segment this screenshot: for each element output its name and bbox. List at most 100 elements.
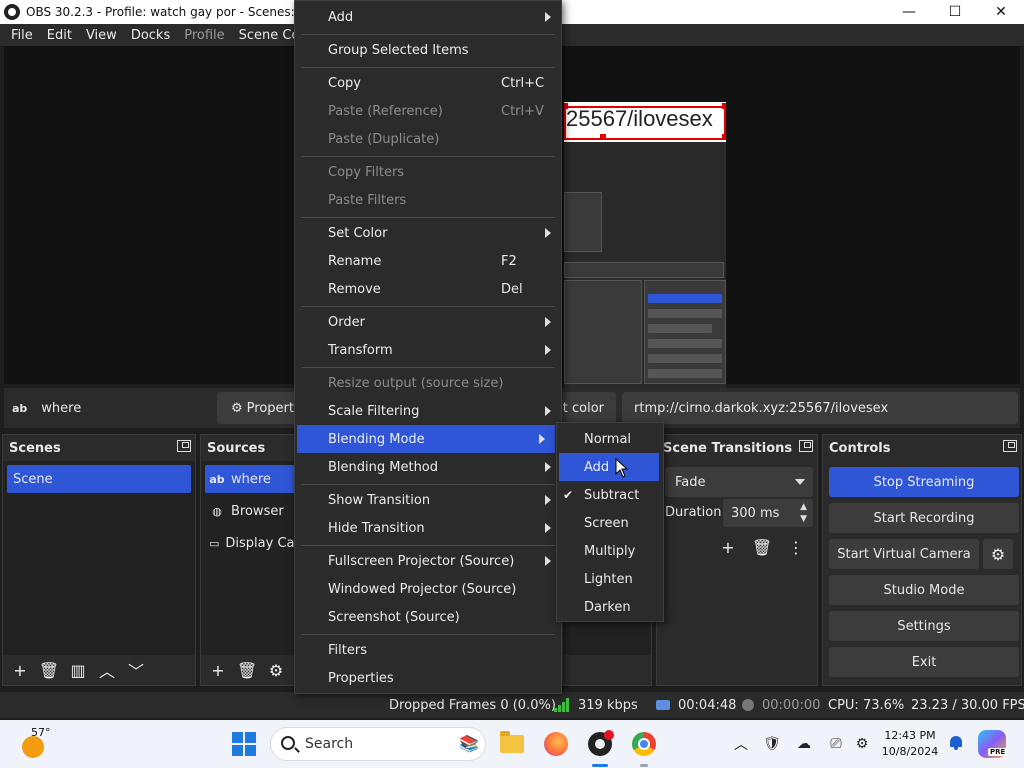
menu-item-order[interactable]: Order <box>295 308 561 336</box>
menu-docks[interactable]: Docks <box>124 28 177 43</box>
menu-item-group-selected[interactable]: Group Selected Items <box>295 36 561 64</box>
float-dock-icon[interactable] <box>177 440 191 452</box>
blend-lighten[interactable]: Lighten <box>557 565 663 593</box>
blend-normal[interactable]: Normal <box>557 425 663 453</box>
menu-item-copy[interactable]: Copy Ctrl+C <box>295 69 561 97</box>
menu-separator <box>301 306 555 307</box>
spinner-icon[interactable]: ▲ ▼ <box>800 501 807 525</box>
search-placeholder: Search <box>305 736 354 752</box>
language-icon[interactable]: ⚙ <box>852 734 872 754</box>
blend-multiply[interactable]: Multiply <box>557 537 663 565</box>
display-icon[interactable]: ⎚ <box>826 734 846 754</box>
plus-icon[interactable]: + <box>7 658 33 682</box>
chevron-up-icon[interactable]: ︿ <box>732 734 750 754</box>
menu-separator <box>301 367 555 368</box>
scenes-dock-title: Scenes <box>3 435 195 461</box>
chrome-app[interactable] <box>628 728 660 760</box>
minimize-button[interactable]: — <box>886 0 932 24</box>
menu-item-fullscreen-projector[interactable]: Fullscreen Projector (Source) <box>295 547 561 575</box>
resize-handle[interactable] <box>564 103 568 109</box>
close-button[interactable]: ✕ <box>978 0 1024 24</box>
resize-handle[interactable] <box>722 134 726 140</box>
plus-icon[interactable]: + <box>205 658 231 682</box>
menu-item-properties[interactable]: Properties <box>295 664 561 692</box>
menu-item-paste-duplicate[interactable]: Paste (Duplicate) <box>295 125 561 153</box>
duration-field[interactable]: 300 ms ▲ ▼ <box>723 499 813 527</box>
network-icon[interactable]: ☁ <box>794 734 814 754</box>
scenes-list[interactable]: Scene <box>3 461 195 655</box>
clock[interactable]: 12:43 PM 10/8/2024 <box>880 728 940 760</box>
scene-item[interactable]: Scene <box>7 465 191 493</box>
float-dock-icon[interactable] <box>799 440 813 452</box>
maximize-button[interactable]: ☐ <box>932 0 978 24</box>
source-item[interactable]: ◍ Browser <box>205 497 295 525</box>
more-vertical-icon[interactable]: ⋮ <box>783 535 809 559</box>
start-recording-button[interactable]: Start Recording <box>829 503 1019 533</box>
float-dock-icon[interactable] <box>1003 440 1017 452</box>
shield-icon[interactable]: 🛡 <box>762 734 782 754</box>
menu-item-paste-filters[interactable]: Paste Filters <box>295 186 561 214</box>
settings-button[interactable]: Settings <box>829 611 1019 641</box>
trash-icon[interactable]: 🗑 <box>749 535 775 559</box>
obs-taskbar-app[interactable] <box>584 728 616 760</box>
bell-icon[interactable] <box>948 734 964 752</box>
chevron-down-icon[interactable]: ﹀ <box>123 658 149 682</box>
menu-item-blending-method[interactable]: Blending Method <box>295 453 561 481</box>
menu-view[interactable]: View <box>79 28 124 43</box>
start-button[interactable] <box>232 732 256 756</box>
menu-edit[interactable]: Edit <box>40 28 79 43</box>
filter-icon[interactable]: ▥ <box>65 658 91 682</box>
exit-button[interactable]: Exit <box>829 647 1019 677</box>
record-icon <box>742 699 754 711</box>
menu-item-scale-filtering[interactable]: Scale Filtering <box>295 397 561 425</box>
menu-item-rename[interactable]: Rename F2 <box>295 247 561 275</box>
stop-streaming-button[interactable]: Stop Streaming <box>829 467 1019 497</box>
source-item-label: where <box>231 471 271 487</box>
chrome-icon <box>632 732 656 756</box>
chevron-up-icon[interactable]: ︿ <box>94 658 120 682</box>
resize-handle[interactable] <box>600 134 606 140</box>
preview-canvas[interactable]: 25567/ilovesex <box>564 102 726 418</box>
menu-item-hide-transition[interactable]: Hide Transition <box>295 514 561 542</box>
signal-icon <box>554 698 570 712</box>
menu-file[interactable]: File <box>4 28 40 43</box>
menu-item-blending-mode[interactable]: Blending Mode <box>297 425 555 453</box>
blend-add[interactable]: Add <box>559 453 659 481</box>
status-bar: Dropped Frames 0 (0.0%) 319 kbps 00:04:4… <box>0 692 1024 718</box>
menu-item-show-transition[interactable]: Show Transition <box>295 486 561 514</box>
menu-item-windowed-projector[interactable]: Windowed Projector (Source) <box>295 575 561 603</box>
studio-mode-button[interactable]: Studio Mode <box>829 575 1019 605</box>
menu-profile[interactable]: Profile <box>177 28 231 43</box>
text-value-field[interactable]: rtmp://cirno.darkok.xyz:25567/ilovesex <box>622 392 1018 424</box>
file-explorer-app[interactable] <box>496 728 528 760</box>
taskbar-search[interactable]: Search 📚 <box>270 727 486 761</box>
menu-item-screenshot[interactable]: Screenshot (Source) <box>295 603 561 631</box>
transition-select[interactable]: Fade <box>665 467 813 497</box>
globe-icon: ◍ <box>212 504 222 518</box>
menu-separator <box>301 634 555 635</box>
source-item[interactable]: ab where <box>205 465 295 493</box>
blend-darken[interactable]: Darken <box>557 593 663 621</box>
trash-icon[interactable]: 🗑 <box>36 658 62 682</box>
blend-screen[interactable]: Screen <box>557 509 663 537</box>
resize-handle[interactable] <box>722 103 726 109</box>
menu-item-copy-filters[interactable]: Copy Filters <box>295 158 561 186</box>
blend-subtract[interactable]: ✔ Subtract <box>557 481 663 509</box>
menu-item-filters[interactable]: Filters <box>295 636 561 664</box>
menu-item-resize-output[interactable]: Resize output (source size) <box>295 369 561 397</box>
trash-icon[interactable]: 🗑 <box>234 658 260 682</box>
selection-box[interactable] <box>564 106 726 140</box>
gear-icon[interactable]: ⚙ <box>263 658 289 682</box>
menu-separator <box>301 484 555 485</box>
firefox-app[interactable] <box>540 728 572 760</box>
sources-list[interactable]: ab where ◍ Browser ▭ Display Cap <box>201 461 295 655</box>
menu-item-set-color[interactable]: Set Color <box>295 219 561 247</box>
plus-icon[interactable]: + <box>715 535 741 559</box>
start-virtual-camera-button[interactable]: Start Virtual Camera <box>829 539 979 569</box>
source-item[interactable]: ▭ Display Cap <box>205 529 295 557</box>
menu-item-remove[interactable]: Remove Del <box>295 275 561 303</box>
menu-item-paste-reference[interactable]: Paste (Reference) Ctrl+V <box>295 97 561 125</box>
menu-item-transform[interactable]: Transform <box>295 336 561 364</box>
menu-item-add[interactable]: Add <box>295 3 561 31</box>
virtual-camera-gear-icon[interactable]: ⚙ <box>983 539 1013 569</box>
